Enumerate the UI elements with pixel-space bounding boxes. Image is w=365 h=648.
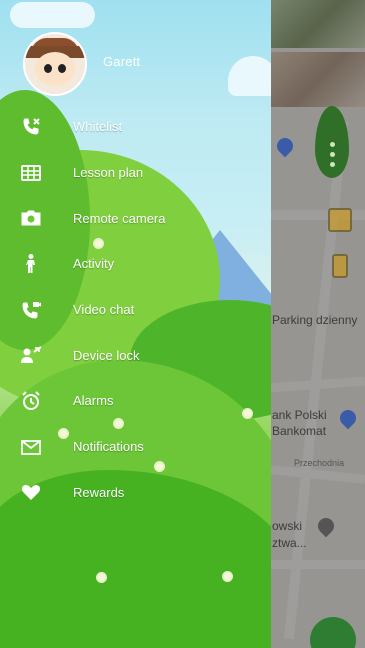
menu-item-rewards[interactable]: Rewards [0, 470, 271, 516]
navigation-drawer: Garett Whitelist Lesson plan Remote came… [0, 0, 271, 648]
menu-item-alarms[interactable]: Alarms [0, 378, 271, 424]
menu-item-label: Whitelist [73, 119, 123, 135]
map-label-bank: ank Polski [272, 408, 327, 422]
video-phone-icon [20, 299, 42, 321]
map-label-street: Przechodnia [294, 458, 345, 468]
menu-item-lesson-plan[interactable]: Lesson plan [0, 150, 271, 196]
menu-item-label: Remote camera [73, 210, 166, 226]
menu-item-device-lock[interactable]: Device lock [0, 332, 271, 378]
camera-icon [20, 207, 42, 229]
menu-item-remote-camera[interactable]: Remote camera [0, 195, 271, 241]
menu-item-label: Activity [73, 256, 115, 272]
photo-thumbnail[interactable] [271, 0, 365, 48]
menu-item-label: Device lock [73, 347, 140, 363]
drawer-header: Garett [0, 0, 271, 100]
map-label-place-2: ztwa... [272, 536, 307, 550]
person-lock-icon [20, 344, 42, 366]
grid-calendar-icon [20, 162, 42, 184]
app-screen: Parking dzienny ank Polski Bankomat Prze… [0, 0, 365, 648]
map-label-parking: Parking dzienny [272, 313, 358, 327]
menu-item-video-chat[interactable]: Video chat [0, 287, 271, 333]
menu-item-activity[interactable]: Activity [0, 241, 271, 287]
menu-item-whitelist[interactable]: Whitelist [0, 104, 271, 150]
layers-icon[interactable] [328, 208, 352, 232]
map-label-place: owski [272, 519, 303, 533]
menu-item-label: Video chat [73, 302, 135, 318]
envelope-icon [20, 436, 42, 458]
device-icon[interactable] [332, 254, 348, 278]
menu-item-label: Alarms [73, 393, 114, 409]
phone-x-icon [20, 116, 42, 138]
heart-icon [20, 481, 42, 503]
menu-item-label: Lesson plan [73, 165, 144, 181]
map-label-bank-atm: Bankomat [272, 424, 327, 438]
menu-item-label: Rewards [73, 484, 125, 500]
menu-item-label: Notifications [73, 439, 144, 455]
photo-thumbnail[interactable] [271, 52, 365, 107]
user-name: Garett [103, 54, 141, 69]
drawer-menu: Whitelist Lesson plan Remote camera Acti… [0, 104, 271, 515]
avatar[interactable] [23, 32, 87, 96]
menu-item-notifications[interactable]: Notifications [0, 424, 271, 470]
alarm-clock-icon [20, 390, 42, 412]
walking-person-icon [20, 253, 42, 275]
